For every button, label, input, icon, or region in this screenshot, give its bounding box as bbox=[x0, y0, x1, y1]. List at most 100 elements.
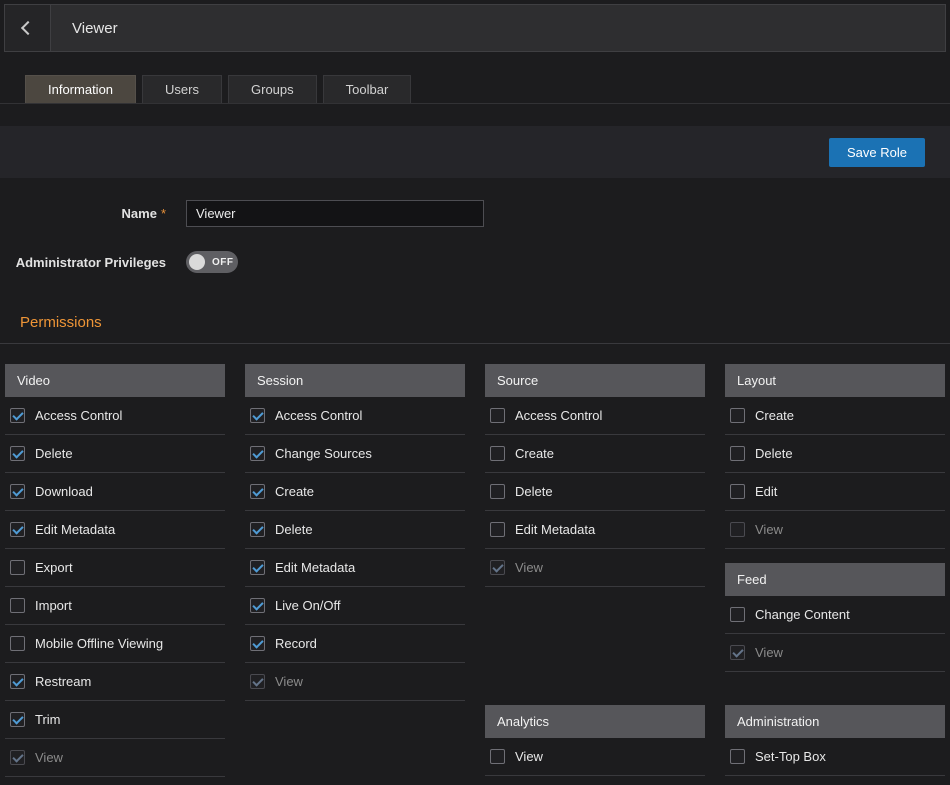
name-input[interactable] bbox=[186, 200, 484, 227]
permission-row[interactable]: Mobile Offline Viewing bbox=[5, 625, 225, 663]
checkbox-unchecked[interactable] bbox=[10, 598, 25, 613]
checkbox-unchecked[interactable] bbox=[730, 484, 745, 499]
checkbox-unchecked[interactable] bbox=[730, 749, 745, 764]
permission-label: Create bbox=[515, 446, 554, 461]
checkbox-unchecked[interactable] bbox=[490, 522, 505, 537]
permission-group-session: SessionAccess ControlChange SourcesCreat… bbox=[245, 364, 465, 701]
tab-groups[interactable]: Groups bbox=[228, 75, 317, 103]
checkbox-checked[interactable] bbox=[250, 446, 265, 461]
permission-label: View bbox=[275, 674, 303, 689]
permission-row[interactable]: Export bbox=[5, 549, 225, 587]
permission-group-layout: LayoutCreateDeleteEditView bbox=[725, 364, 945, 549]
checkbox-unchecked[interactable] bbox=[10, 636, 25, 651]
checkbox-checked[interactable] bbox=[10, 446, 25, 461]
permission-row[interactable]: Change Content bbox=[725, 596, 945, 634]
checkbox-checked[interactable] bbox=[250, 598, 265, 613]
admin-privileges-toggle[interactable]: OFF bbox=[186, 251, 238, 273]
permission-row[interactable]: Import bbox=[5, 587, 225, 625]
checkbox-unchecked[interactable] bbox=[730, 607, 745, 622]
permission-row[interactable]: Edit bbox=[725, 473, 945, 511]
role-form: Name* Administrator Privileges OFF bbox=[0, 200, 950, 273]
back-button[interactable] bbox=[5, 5, 51, 51]
permission-row[interactable]: View bbox=[725, 511, 945, 549]
permission-row[interactable]: Restream bbox=[5, 663, 225, 701]
checkbox-checked[interactable] bbox=[250, 560, 265, 575]
permissions-column: VideoAccess ControlDeleteDownloadEdit Me… bbox=[5, 364, 225, 777]
permission-row[interactable]: View bbox=[485, 738, 705, 776]
checkbox-unchecked[interactable] bbox=[490, 408, 505, 423]
group-header-analytics: Analytics bbox=[485, 705, 705, 738]
permission-row[interactable]: Access Control bbox=[485, 397, 705, 435]
save-role-button[interactable]: Save Role bbox=[829, 138, 925, 167]
permission-label: Change Sources bbox=[275, 446, 372, 461]
permissions-heading: Permissions bbox=[20, 314, 950, 331]
name-row: Name* bbox=[0, 200, 950, 227]
permission-label: Create bbox=[755, 408, 794, 423]
permission-row[interactable]: Delete bbox=[485, 473, 705, 511]
toggle-knob bbox=[189, 254, 205, 270]
permission-row[interactable]: View bbox=[485, 549, 705, 587]
permission-row[interactable]: View bbox=[245, 663, 465, 701]
tab-bar: InformationUsersGroupsToolbar bbox=[0, 75, 950, 104]
permission-label: Edit Metadata bbox=[515, 522, 595, 537]
permission-row[interactable]: Set-Top Box bbox=[725, 738, 945, 776]
checkbox-unchecked[interactable] bbox=[730, 446, 745, 461]
toggle-state-label: OFF bbox=[212, 257, 234, 268]
admin-privileges-row: Administrator Privileges OFF bbox=[0, 251, 950, 273]
checkbox-checked bbox=[250, 674, 265, 689]
permission-label: Change Content bbox=[755, 607, 850, 622]
permission-row[interactable]: Access Control bbox=[245, 397, 465, 435]
chevron-left-icon bbox=[20, 21, 34, 35]
permission-row[interactable]: View bbox=[5, 739, 225, 777]
group-header-source: Source bbox=[485, 364, 705, 397]
permission-row[interactable]: Access Control bbox=[5, 397, 225, 435]
checkbox-checked[interactable] bbox=[250, 408, 265, 423]
checkbox-unchecked[interactable] bbox=[730, 408, 745, 423]
permission-row[interactable]: Record bbox=[245, 625, 465, 663]
checkbox-unchecked[interactable] bbox=[490, 446, 505, 461]
checkbox-unchecked[interactable] bbox=[490, 484, 505, 499]
permission-row[interactable]: Edit Metadata bbox=[5, 511, 225, 549]
checkbox-checked[interactable] bbox=[10, 484, 25, 499]
tab-information[interactable]: Information bbox=[25, 75, 136, 103]
group-header-administration: Administration bbox=[725, 705, 945, 738]
checkbox-checked[interactable] bbox=[250, 636, 265, 651]
permission-label: Restream bbox=[35, 674, 91, 689]
permission-label: Create bbox=[275, 484, 314, 499]
permissions-column: SourceAccess Control Create Delete Edit Met… bbox=[485, 364, 705, 777]
permission-row[interactable]: Trim bbox=[5, 701, 225, 739]
permission-label: Edit bbox=[755, 484, 777, 499]
permission-row[interactable]: Delete bbox=[245, 511, 465, 549]
checkbox-checked[interactable] bbox=[10, 522, 25, 537]
permission-row[interactable]: Create bbox=[485, 435, 705, 473]
tab-toolbar[interactable]: Toolbar bbox=[323, 75, 412, 103]
checkbox-checked[interactable] bbox=[10, 674, 25, 689]
permission-row[interactable]: Download bbox=[5, 473, 225, 511]
required-asterisk: * bbox=[161, 206, 166, 221]
permission-row[interactable]: Edit Metadata bbox=[245, 549, 465, 587]
permissions-grid: VideoAccess ControlDeleteDownloadEdit Me… bbox=[0, 344, 950, 777]
checkbox-unchecked[interactable] bbox=[10, 560, 25, 575]
permission-row[interactable]: Create bbox=[245, 473, 465, 511]
permission-row[interactable]: Create bbox=[725, 397, 945, 435]
permission-label: Access Control bbox=[35, 408, 122, 423]
checkbox-checked[interactable] bbox=[10, 712, 25, 727]
permission-row[interactable]: Live On/Off bbox=[245, 587, 465, 625]
permission-label: Access Control bbox=[275, 408, 362, 423]
permission-row[interactable]: Change Sources bbox=[245, 435, 465, 473]
permission-group-feed: FeedChange ContentView bbox=[725, 563, 945, 672]
permission-label: View bbox=[515, 560, 543, 575]
checkbox-unchecked[interactable] bbox=[490, 749, 505, 764]
permission-row[interactable]: Delete bbox=[5, 435, 225, 473]
permission-label: Export bbox=[35, 560, 73, 575]
checkbox-checked[interactable] bbox=[10, 408, 25, 423]
checkbox-checked[interactable] bbox=[250, 484, 265, 499]
permission-row[interactable]: Edit Metadata bbox=[485, 511, 705, 549]
checkbox-checked[interactable] bbox=[250, 522, 265, 537]
permission-group-source: SourceAccess Control Create Delete Edit Met… bbox=[485, 364, 705, 587]
permission-row[interactable]: Delete bbox=[725, 435, 945, 473]
permission-row[interactable]: View bbox=[725, 634, 945, 672]
tab-users[interactable]: Users bbox=[142, 75, 222, 103]
checkbox-unchecked bbox=[730, 522, 745, 537]
permission-label: Trim bbox=[35, 712, 61, 727]
